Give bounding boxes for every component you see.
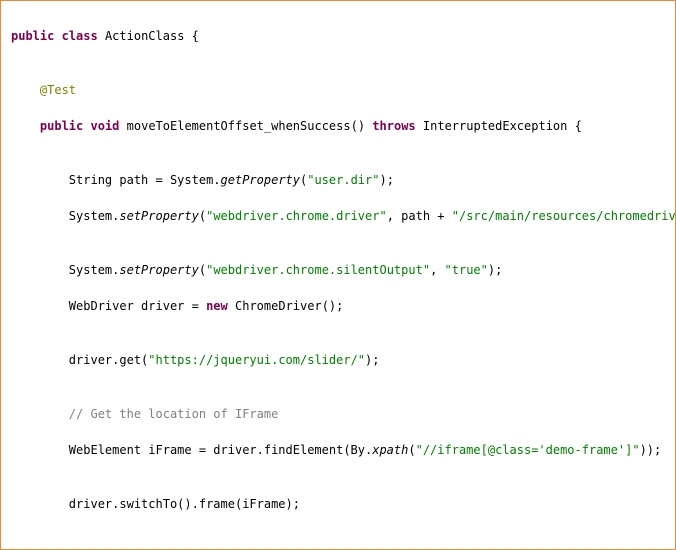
string-literal: "/src/main/resources/chromedriver" [452, 209, 676, 223]
code-text: , [430, 263, 444, 277]
exception-type: InterruptedException [423, 119, 568, 133]
code-text: WebElement iFrame = driver.findElement(B… [69, 443, 372, 457]
keyword-public: public [40, 119, 83, 133]
code-editor: public class ActionClass { @Test public … [0, 0, 676, 550]
brace: { [567, 119, 581, 133]
comment: // Get the location of IFrame [69, 407, 279, 421]
code-text: driver.switchTo().frame(iFrame); [69, 497, 300, 511]
keyword-new: new [206, 299, 228, 313]
class-ref: ChromeDriver [235, 299, 322, 313]
keyword-class: class [62, 29, 98, 43]
string-literal: "true" [445, 263, 488, 277]
code-text: System. [69, 263, 120, 277]
code-text: ); [365, 353, 379, 367]
code-text: System. [69, 209, 120, 223]
string-literal: "webdriver.chrome.driver" [206, 209, 387, 223]
method-call: getProperty [221, 173, 300, 187]
string-literal: "//iframe[@class='demo-frame']" [416, 443, 640, 457]
code-text: WebDriver driver = [69, 299, 206, 313]
string-literal: "user.dir" [307, 173, 379, 187]
string-literal: "webdriver.chrome.silentOutput" [206, 263, 430, 277]
method-call: setProperty [119, 263, 198, 277]
code-text: driver.get( [69, 353, 148, 367]
class-name: ActionClass [105, 29, 184, 43]
brace: { [184, 29, 198, 43]
code-text: ); [379, 173, 393, 187]
keyword-throws: throws [372, 119, 415, 133]
annotation-test: @Test [40, 83, 76, 97]
code-text: String path = System. [69, 173, 221, 187]
method-call: xpath [372, 443, 408, 457]
method-call: setProperty [119, 209, 198, 223]
keyword-public: public [11, 29, 54, 43]
code-text: ); [488, 263, 502, 277]
keyword-void: void [91, 119, 120, 133]
string-literal: "https://jqueryui.com/slider/" [148, 353, 365, 367]
method-name: moveToElementOffset_whenSuccess [127, 119, 351, 133]
code-text: , path + [387, 209, 452, 223]
